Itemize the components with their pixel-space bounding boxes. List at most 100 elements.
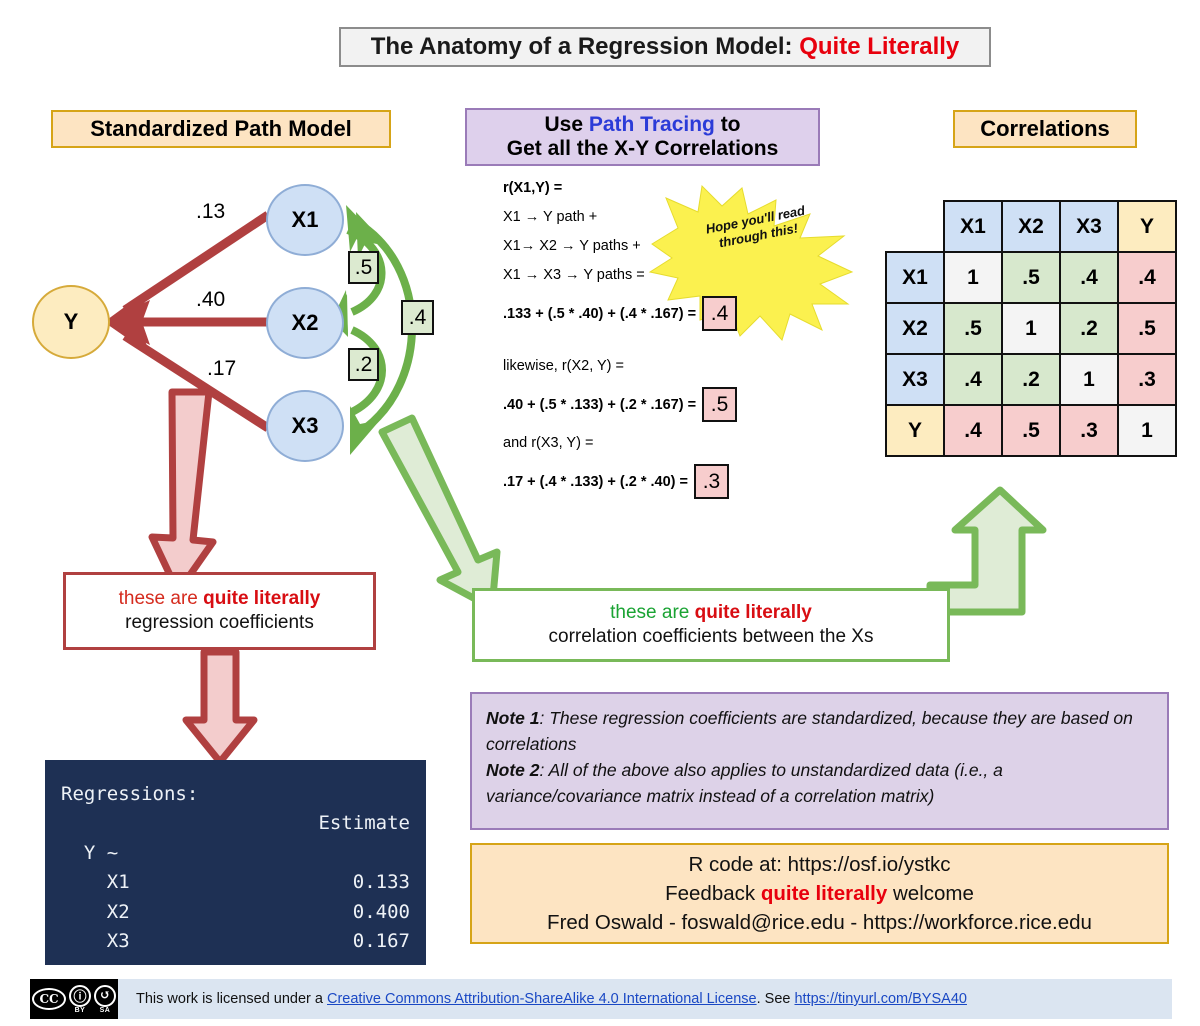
matrix-cell-x2-x2: 1 [1001,302,1061,355]
cc-logo-group: CC [32,988,66,1010]
license-text: This work is licensed under a Creative C… [118,991,967,1007]
correlation-label-x1-x3: .4 [401,300,434,335]
contact-box: R code at: https://osf.io/ystkc Feedback… [470,843,1169,944]
matrix-row-header-y: Y [885,404,945,457]
matrix-cell-y-x2: .5 [1001,404,1061,457]
creative-commons-badge-icon: CC ⓘ BY ↺ SA [30,979,118,1019]
matrix-cell-x1-x1: 1 [943,251,1003,304]
matrix-cell-x3-y: .3 [1117,353,1177,406]
matrix-row-y: Y .4 .5 .3 1 [885,404,1177,457]
callout-correlation-coefficients: these are quite literally correlation co… [472,588,950,662]
node-y: Y [32,285,110,359]
path-tracing-header-line1: Use Path Tracing to [544,113,740,137]
matrix-cell-x1-x3: .4 [1059,251,1119,304]
page-title: The Anatomy of a Regression Model: Quite… [339,27,991,67]
cc-by-group: ⓘ BY [69,984,91,1014]
tracing-equation-1-text: .133 + (.5 * .40) + (.4 * .167) = [503,305,697,322]
matrix-cell-x3-x2: .2 [1001,353,1061,406]
matrix-col-header-x1: X1 [943,200,1003,253]
callout-green-these: these are [610,602,695,624]
matrix-cell-x2-x3: .2 [1059,302,1119,355]
contact-line-rcode: R code at: https://osf.io/ystkc [688,852,951,876]
contact-line-feedback: Feedback quite literally welcome [665,879,974,908]
license-footer: CC ⓘ BY ↺ SA This work is licensed under… [30,979,1172,1019]
matrix-corner-cell [886,201,944,252]
section-header-path-tracing: Use Path Tracing to Get all the X-Y Corr… [465,108,820,166]
r-output-column-header: Estimate [318,812,410,835]
tracing-equation-1: .133 + (.5 * .40) + (.4 * .167) = .4 [503,296,833,331]
matrix-col-header-x2: X2 [1001,200,1061,253]
cc-sa-label: SA [99,1006,111,1014]
tracing-equation-3: .17 + (.4 * .133) + (.2 * .40) = .3 [503,464,833,499]
r-output-row-x3: X3 0.167 [61,927,410,956]
path-tracing-header-line2: Get all the X-Y Correlations [506,137,779,160]
note-1: Note 1: These regression coefficients ar… [486,706,1153,758]
matrix-cell-y-x3: .3 [1059,404,1119,457]
contact-feedback-prefix: Feedback [665,881,761,905]
cc-sa-group: ↺ SA [94,984,116,1014]
cc-icon: CC [32,988,66,1010]
matrix-cell-x2-x1: .5 [943,302,1003,355]
matrix-row-header-x1: X1 [885,251,945,304]
tinyurl-link[interactable]: https://tinyurl.com/BYSA40 [794,991,966,1007]
correlation-label-x2-x3: .2 [348,348,379,381]
tracing-line-6: likewise, r(X2, Y) = [503,358,625,374]
r-output-terminal: Regressions: Estimate Y ~ X1 0.133 X2 0.… [45,760,426,965]
tracing-equation-2-text: .40 + (.5 * .133) + (.2 * .167) = [503,396,697,413]
notes-box: Note 1: These regression coefficients ar… [470,692,1169,830]
correlation-label-x1-x2: .5 [348,251,379,284]
share-alike-icon: ↺ [94,984,116,1007]
callout-green-line2: correlation coefficients between the Xs [548,626,874,647]
r-output-row-x1: X1 0.133 [61,868,410,897]
callout-green-accent: quite literally [694,602,812,624]
cc-by-label: BY [74,1006,86,1014]
tracing-equation-3-text: .17 + (.4 * .133) + (.2 * .40) = [503,473,688,490]
red-block-arrow-down [148,388,217,596]
matrix-row-header-x2: X2 [885,302,945,355]
matrix-cell-x3-x3: 1 [1059,353,1119,406]
contact-feedback-suffix: welcome [887,881,974,905]
section-header-path-model: Standardized Path Model [51,110,391,148]
section-header-correlations: Correlations [953,110,1137,148]
matrix-cell-x1-x2: .5 [1001,251,1061,304]
callout-red-these: these are [118,588,204,610]
tracing-line-8: and r(X3, Y) = [503,435,594,451]
matrix-row-x1: X1 1 .5 .4 .4 [885,251,1177,304]
callout-red-line1: these are quite literally [119,587,321,611]
r-output-predictor-x2: X2 [61,900,130,923]
page-title-main: The Anatomy of a Regression Model: [370,33,800,60]
matrix-cell-x3-x1: .4 [943,353,1003,406]
starburst-callout: Hope you'll read through this! [652,186,852,301]
matrix-col-header-x3: X3 [1059,200,1119,253]
tracing-answer-x2y: .5 [702,387,738,422]
matrix-cell-y-y: 1 [1117,404,1177,457]
person-icon: ⓘ [69,984,91,1007]
starburst-text: Hope you'll read through this! [704,202,807,251]
note-1-text: : These regression coefficients are stan… [486,708,1133,754]
note-2: Note 2: All of the above also applies to… [486,758,1153,810]
note-1-label: Note 1 [486,708,540,728]
tracing-answer-x1y: .4 [702,296,738,331]
callout-red-accent: quite literally [203,588,321,610]
matrix-header-row: X1 X2 X3 Y [886,200,1177,253]
note-2-label: Note 2 [486,759,540,780]
page-title-accent: Quite Literally [799,33,960,60]
tracing-answer-x3y: .3 [693,464,729,499]
matrix-row-x3: X3 .4 .2 1 .3 [885,353,1177,406]
matrix-cell-y-x1: .4 [943,404,1003,457]
license-link[interactable]: Creative Commons Attribution-ShareAlike … [327,991,757,1007]
r-output-predictor-x3: X3 [61,930,130,953]
matrix-cell-x1-y: .4 [1117,251,1177,304]
infographic-page: The Anatomy of a Regression Model: Quite… [0,0,1200,1026]
node-x1: X1 [266,184,344,256]
r-output-heading-row: Regressions: [61,780,410,809]
path-coefficient-x1-y: .13 [196,200,226,223]
callout-green-line1: these are quite literally [610,601,812,625]
contact-feedback-accent: quite literally [760,881,888,905]
tracing-header-use: Use [544,113,589,137]
node-x2: X2 [266,287,344,359]
tracing-header-to: to [714,113,741,137]
r-output-row-x2: X2 0.400 [61,898,410,927]
contact-line-author: Fred Oswald - foswald@rice.edu - https:/… [547,911,1092,935]
